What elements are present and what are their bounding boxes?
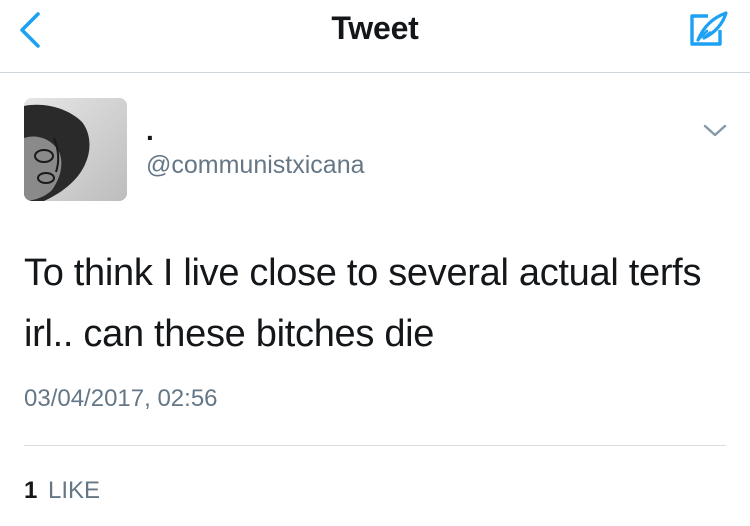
tweet-menu-button[interactable] (698, 117, 732, 145)
avatar-photo (24, 98, 127, 201)
likes-count: 1 (24, 477, 38, 504)
likes-label: LIKE (48, 477, 101, 504)
compose-feather-icon (690, 11, 728, 46)
tweet-detail: . @communistxicana To think I live close… (0, 73, 750, 526)
divider (24, 445, 726, 446)
avatar[interactable] (24, 98, 127, 201)
tweet-timestamp: 03/04/2017, 02:56 (24, 385, 218, 412)
chevron-down-icon (703, 124, 727, 137)
navigation-bar: Tweet (0, 0, 750, 73)
display-name[interactable]: . (146, 115, 154, 147)
likes-link[interactable]: 1 LIKE (24, 477, 100, 505)
compose-button[interactable] (684, 6, 732, 54)
user-handle[interactable]: @communistxicana (146, 151, 365, 180)
page-title: Tweet (331, 10, 419, 46)
tweet-text: To think I live close to several actual … (24, 252, 702, 355)
